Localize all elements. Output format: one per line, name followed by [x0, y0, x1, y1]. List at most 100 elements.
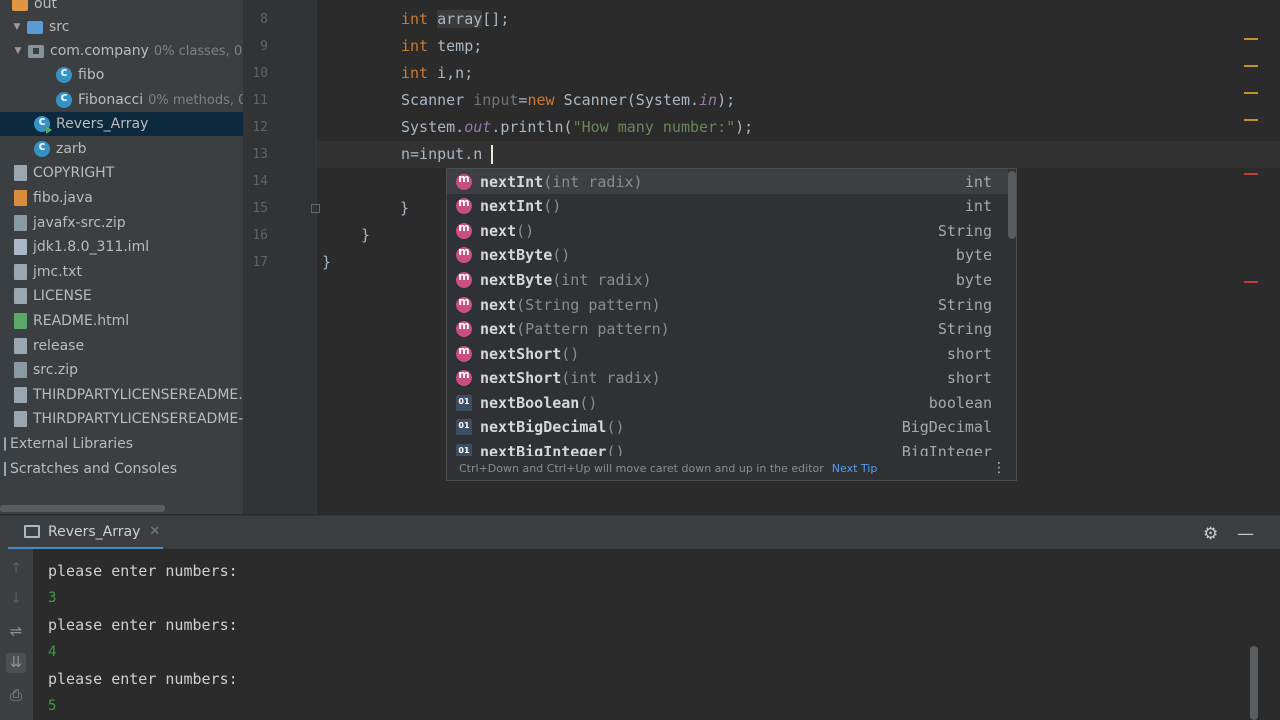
completion-params: (int radix) [543, 172, 643, 191]
tab-revers-array[interactable]: Revers_Array ✕ [8, 516, 163, 550]
file-icon [14, 165, 27, 181]
line-number: 15 [252, 201, 268, 216]
tree-item-fibonacci[interactable]: Fibonacci 0% methods, 0 [0, 88, 243, 112]
completion-item[interactable]: next(Pattern pattern) String [447, 316, 1008, 341]
tree-item-scratches[interactable]: Scratches and Consoles [0, 457, 243, 481]
completion-item[interactable]: nextByte(int radix) byte [447, 267, 1008, 292]
tree-item-revers-array[interactable]: Revers_Array [0, 112, 243, 136]
tree-item-thirdparty-txt[interactable]: THIRDPARTYLICENSEREADME.tx [0, 383, 243, 407]
method-icon [456, 295, 472, 313]
completion-type: short [946, 368, 992, 387]
chevron-down-icon[interactable]: ▼ [11, 22, 23, 32]
completion-params: () [561, 344, 580, 363]
keyword: int [401, 64, 438, 82]
tree-item-label: zarb [56, 141, 87, 157]
completion-name: nextBoolean [480, 393, 580, 412]
completion-item[interactable]: next(String pattern) String [447, 292, 1008, 317]
gear-icon[interactable]: ⚙ [1203, 524, 1218, 544]
console-scrollbar[interactable] [1250, 646, 1258, 720]
more-options-icon[interactable]: ⋮ [992, 460, 1006, 476]
completion-item[interactable]: nextBoolean() boolean [447, 390, 1008, 415]
text-caret [491, 145, 493, 164]
completion-item[interactable]: nextInt() int [447, 193, 1008, 218]
tree-item-label: fibo.java [33, 190, 93, 206]
tree-item-readme-html[interactable]: README.html [0, 309, 243, 333]
tree-item-fibo-java[interactable]: fibo.java [0, 186, 243, 210]
tree-item-external-libraries[interactable]: External Libraries [0, 432, 243, 456]
code-line-8[interactable]: int array[]; [401, 6, 509, 33]
warning-marker-icon[interactable] [1244, 92, 1258, 94]
warning-marker-icon[interactable] [1244, 38, 1258, 40]
warning-marker-icon[interactable] [1244, 65, 1258, 67]
method-icon [456, 368, 472, 386]
method-icon [456, 221, 472, 239]
coverage-info: 0% methods, 0 [148, 92, 243, 108]
gutter-divider [316, 0, 317, 514]
variable: array [437, 10, 483, 28]
close-icon[interactable]: ✕ [149, 524, 160, 539]
soft-wrap-icon[interactable]: ⇌ [6, 622, 26, 642]
completion-name: next [480, 319, 517, 338]
completion-item[interactable]: nextByte() byte [447, 242, 1008, 267]
tree-item-thirdparty-j[interactable]: THIRDPARTYLICENSEREADME-J [0, 407, 243, 431]
tree-item-com-company[interactable]: ▼ com.company 0% classes, 0 [0, 39, 243, 63]
method-icon [456, 172, 472, 190]
tree-item-src-zip[interactable]: src.zip [0, 358, 243, 382]
line-number-gutter: 8 9 10 11 12 13 14 15 16 17 [243, 0, 316, 514]
code-text: Scanner(System. [563, 91, 700, 109]
console-output-line: please enter numbers: [48, 562, 238, 580]
completion-item[interactable]: next() String [447, 218, 1008, 243]
code-line-15[interactable]: } [400, 195, 409, 222]
horizontal-scrollbar[interactable] [0, 505, 165, 512]
next-tip-link[interactable]: Next Tip [832, 462, 878, 475]
console-input-line: 5 [48, 698, 57, 714]
warning-marker-icon[interactable] [1244, 119, 1258, 121]
print-icon[interactable]: ⎙ [6, 686, 26, 706]
chevron-down-icon[interactable]: ▼ [12, 46, 24, 56]
arrow-up-icon[interactable]: ↑ [6, 559, 26, 579]
tree-item-label: External Libraries [10, 436, 133, 452]
error-marker-icon[interactable] [1244, 281, 1258, 283]
tree-item-out[interactable]: out [0, 0, 243, 16]
tree-item-release[interactable]: release [0, 334, 243, 358]
popup-scrollbar[interactable] [1008, 171, 1016, 239]
java-file-icon [14, 190, 27, 206]
tree-item-jmc-txt[interactable]: jmc.txt [0, 260, 243, 284]
scroll-to-end-icon[interactable]: ⇊ [6, 653, 26, 673]
tree-item-label: com.company [50, 43, 149, 59]
closing-brace: } [361, 226, 371, 244]
completion-item[interactable]: nextBigDecimal() BigDecimal [447, 414, 1008, 439]
tree-item-license[interactable]: LICENSE [0, 284, 243, 308]
tree-item-zarb[interactable]: zarb [0, 137, 243, 161]
code-line-11[interactable]: Scanner input=new Scanner(System.in); [401, 87, 735, 114]
keyword: new [527, 91, 564, 109]
code-line-10[interactable]: int i,n; [401, 60, 473, 87]
code-line-16[interactable]: } [361, 222, 370, 249]
code-text: i,n; [437, 64, 474, 82]
run-console[interactable]: please enter numbers: 3 please enter num… [33, 549, 1280, 720]
completion-item[interactable]: nextInt(int radix) int [447, 169, 1008, 194]
tree-item-fibo[interactable]: fibo [0, 63, 243, 87]
package-icon [28, 44, 44, 58]
completion-type: String [937, 221, 992, 240]
completion-name: nextShort [480, 368, 562, 387]
arrow-down-icon[interactable]: ↓ [6, 589, 26, 609]
code-line-12[interactable]: System.out.println("How many number:"); [401, 114, 753, 141]
tree-item-src[interactable]: ▼ src [0, 15, 243, 39]
code-line-17[interactable]: } [322, 249, 331, 276]
code-line-13[interactable]: n=input.n [401, 141, 482, 168]
tree-item-copyright[interactable]: COPYRIGHT [0, 161, 243, 185]
completion-item[interactable]: nextShort(int radix) short [447, 365, 1008, 390]
minimize-icon[interactable]: — [1237, 524, 1254, 544]
completion-item[interactable]: nextShort() short [447, 341, 1008, 366]
line-number: 12 [252, 120, 268, 135]
run-tool-window-header: Revers_Array ✕ ⚙ — [0, 515, 1280, 550]
error-marker-icon[interactable] [1244, 173, 1258, 175]
fold-marker-icon[interactable] [311, 204, 320, 213]
tree-item-javafx-src-zip[interactable]: javafx-src.zip [0, 211, 243, 235]
completion-name: next [480, 295, 517, 314]
tree-item-jdk-iml[interactable]: jdk1.8.0_311.iml [0, 235, 243, 259]
completion-type: byte [955, 270, 992, 289]
keyword: int [401, 10, 438, 28]
code-line-9[interactable]: int temp; [401, 33, 482, 60]
